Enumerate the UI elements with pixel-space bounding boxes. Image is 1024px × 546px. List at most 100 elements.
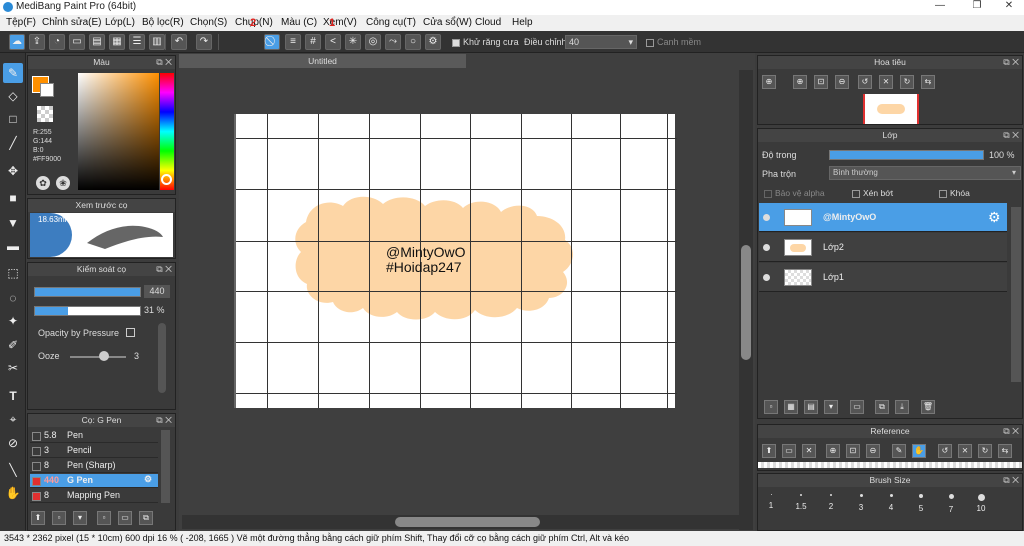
ref-reset-icon[interactable]: ⨯ [958, 444, 972, 458]
new-brush-icon[interactable]: ▫ [52, 511, 66, 525]
ref-fit-icon[interactable]: ⊡ [846, 444, 860, 458]
ooze-slider[interactable] [70, 356, 126, 358]
clipping-checkbox[interactable]: Xén bớt [852, 188, 893, 198]
layer-opacity-bar[interactable] [829, 150, 984, 160]
ref-zoom-in-icon[interactable]: ⊕ [826, 444, 840, 458]
eraser-tool-icon[interactable]: ◇ [3, 86, 23, 106]
eyedropper-tool-icon[interactable]: ╲ [3, 460, 23, 480]
canvas-horizontal-scrollbar[interactable] [182, 515, 742, 529]
new-8bit-layer-icon[interactable]: ▤ [804, 400, 818, 414]
nav-zoom-in-icon[interactable]: ⊕ [793, 75, 807, 89]
correction-select[interactable]: 40 ▾ [565, 35, 637, 49]
fill-rect-tool-icon[interactable]: ■ [3, 188, 23, 208]
grid-snap-icon[interactable]: # [305, 34, 321, 50]
palette-settings-icon[interactable]: ❀ [56, 176, 70, 190]
menu-edit[interactable]: Chỉnh sửa(E) [42, 17, 102, 28]
ellipse-icon[interactable]: ○ [405, 34, 421, 50]
lasso-tool-icon[interactable]: ◌ [3, 288, 23, 308]
hue-handle[interactable] [161, 174, 172, 185]
hue-slider[interactable] [160, 73, 174, 190]
upload-icon[interactable]: ⇪ [29, 34, 45, 50]
palette-icon[interactable]: ✿ [36, 176, 50, 190]
layout-icon[interactable]: ▥ [149, 34, 165, 50]
add-brush-icon[interactable]: ⬆ [31, 511, 45, 525]
background-color-swatch[interactable] [40, 83, 54, 97]
select-pen-tool-icon[interactable]: ✐ [3, 335, 23, 355]
rotate-left-icon[interactable]: ↺ [858, 75, 872, 89]
brush-size-5[interactable]: 5 [907, 494, 935, 513]
document-tab[interactable]: Untitled [179, 54, 466, 68]
color-saturation-field[interactable] [78, 73, 159, 190]
brush-tool-icon[interactable]: ✎ [3, 63, 23, 83]
chat-icon[interactable]: ▭ [69, 34, 85, 50]
transparent-swatch[interactable] [37, 106, 53, 122]
menu-window[interactable]: Cửa sổ(W) [423, 17, 472, 28]
opacity-by-pressure-checkbox[interactable] [126, 328, 135, 337]
menu-file[interactable]: Tệp(F) [6, 17, 36, 28]
layer-row-lop1[interactable]: Lớp1 [759, 263, 1007, 292]
minimize-button[interactable]: — [925, 0, 955, 11]
visibility-icon[interactable] [763, 244, 770, 251]
zoom-out-icon[interactable]: ⊖ [835, 75, 849, 89]
layer-settings-icon[interactable]: ⚙ [988, 209, 1001, 226]
parallel-snap-icon[interactable]: ≡ [285, 34, 301, 50]
brush-control-scrollbar[interactable] [158, 323, 166, 393]
brush-menu-icon[interactable]: ▾ [73, 511, 87, 525]
zoom-in-icon[interactable]: ⊕ [762, 75, 776, 89]
gradient-tool-icon[interactable]: ▬ [3, 236, 23, 256]
snap-checkbox[interactable]: Canh mềm [646, 37, 701, 47]
new-layer-icon[interactable]: ▫ [764, 400, 778, 414]
move-tool-icon[interactable]: ✥ [3, 161, 23, 181]
duplicate-layer-icon[interactable]: ⧉ [875, 400, 889, 414]
brush-item-pencil[interactable]: 3 Pencil [30, 444, 158, 458]
ref-rotate-right-icon[interactable]: ↻ [978, 444, 992, 458]
bucket-tool-icon[interactable]: ▼ [3, 213, 23, 233]
fit-icon[interactable]: ⊡ [814, 75, 828, 89]
line-tool-icon[interactable]: ╱ [3, 133, 23, 153]
brush-item-mapping-pen[interactable]: 8 Mapping Pen [30, 489, 158, 503]
maximize-button[interactable]: ❐ [962, 0, 992, 11]
add-layer-menu-icon[interactable]: ▾ [824, 400, 838, 414]
brush-copy-icon[interactable]: ▫ [97, 511, 111, 525]
menu-help[interactable]: Help [512, 17, 533, 28]
radial-snap-icon[interactable]: < [325, 34, 341, 50]
ref-rotate-left-icon[interactable]: ↺ [938, 444, 952, 458]
layer-folder-icon[interactable]: ▭ [850, 400, 864, 414]
cloud-icon[interactable]: ☁ [9, 34, 25, 50]
close-button[interactable]: ✕ [994, 0, 1024, 11]
reset-view-icon[interactable]: ⨯ [879, 75, 893, 89]
navigator-thumbnail[interactable] [863, 94, 919, 124]
canvas-vertical-scrollbar[interactable] [739, 70, 753, 530]
brush-size-1[interactable]: 1 [757, 494, 785, 510]
shape-tool-icon[interactable]: □ [3, 109, 23, 129]
new-halftone-layer-icon[interactable]: ▦ [784, 400, 798, 414]
ref-open-icon[interactable]: ▭ [782, 444, 796, 458]
menu-filter[interactable]: Bộ lọc(R) [142, 17, 184, 28]
magic-wand-tool-icon[interactable]: ✦ [3, 311, 23, 331]
select-eraser-tool-icon[interactable]: ✂ [3, 358, 23, 378]
brush-size-3[interactable]: 3 [847, 494, 875, 512]
list-icon[interactable]: ☰ [129, 34, 145, 50]
canvas-paper[interactable]: @MintyOwO #Hoidap247 [234, 114, 677, 408]
radial-line-icon[interactable]: ✳ [345, 34, 361, 50]
brush-size-10[interactable]: 10 [967, 494, 995, 513]
layer-row-mintyowo[interactable]: @MintyOwO ⚙ [759, 203, 1007, 232]
comment-icon[interactable]: ◔ [49, 34, 65, 50]
antialias-checkbox[interactable]: Khử răng cưa [452, 37, 519, 47]
brush-size-2[interactable]: 2 [817, 494, 845, 511]
snap-off-icon[interactable]: ⃠ [264, 34, 280, 50]
menu-tools[interactable]: Công cụ(T) [366, 17, 416, 28]
ref-zoom-out-icon[interactable]: ⊖ [866, 444, 880, 458]
opacity-bar-track[interactable] [34, 306, 141, 316]
brush-size-7[interactable]: 7 [937, 494, 965, 514]
concentric-icon[interactable]: ◎ [365, 34, 381, 50]
brush-size-bar[interactable] [34, 287, 141, 297]
merge-layer-icon[interactable]: ⤓ [895, 400, 909, 414]
document-icon[interactable]: ▤ [89, 34, 105, 50]
brush-folder-icon[interactable]: ▭ [118, 511, 132, 525]
select-rect-tool-icon[interactable]: ⬚ [3, 263, 23, 283]
ref-flip-icon[interactable]: ⇆ [998, 444, 1012, 458]
curve-icon[interactable]: ⤳ [385, 34, 401, 50]
layer-list-scrollbar[interactable] [1011, 207, 1021, 382]
ref-eyedropper-icon[interactable]: ✎ [892, 444, 906, 458]
